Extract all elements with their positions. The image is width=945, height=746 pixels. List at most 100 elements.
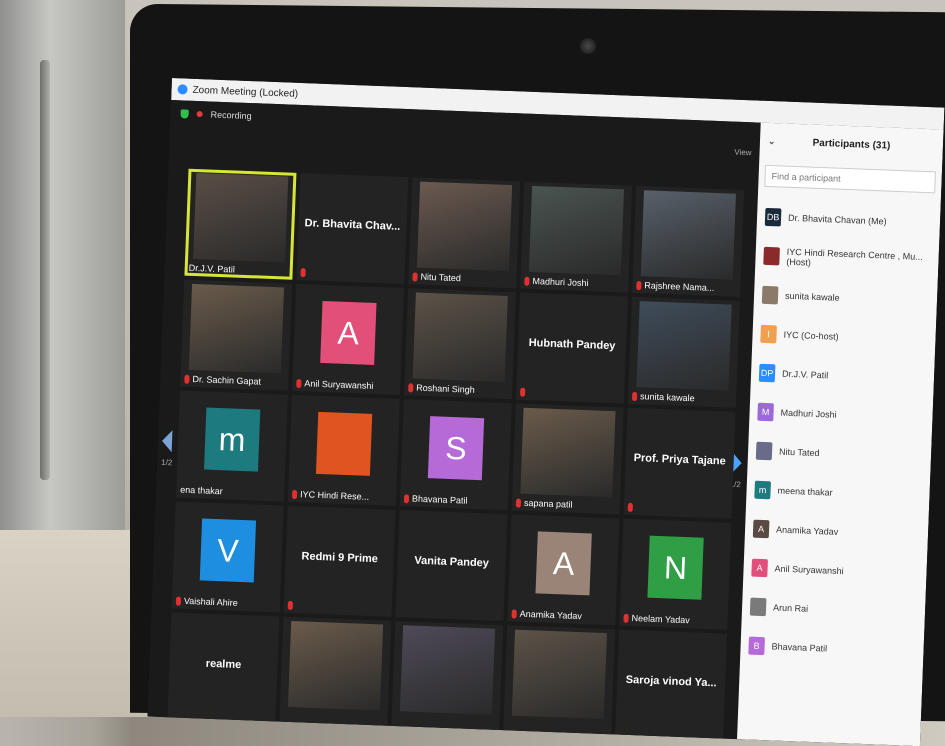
window-title: Zoom Meeting (Locked) [192, 84, 299, 100]
participant-name: Anamika Yadav [519, 608, 583, 622]
mic-muted-icon [296, 378, 302, 388]
video-tile[interactable]: sunita kawale [627, 296, 740, 408]
tile-status [627, 502, 634, 513]
zoom-logo-icon [177, 84, 188, 95]
mic-muted-icon [636, 280, 642, 290]
participant-avatar: A [535, 531, 592, 596]
video-tile[interactable]: Vanita Pandey [395, 510, 508, 622]
participant-list-name: Dr.J.V. Patil [781, 368, 829, 380]
video-tile[interactable]: Prof. Priya Tajane [623, 407, 736, 519]
participant-name: Dr.J.V. Patil [188, 262, 236, 275]
meeting-info-bar: Recording [180, 108, 252, 122]
video-tile[interactable]: A Anil Suryawanshi [292, 283, 405, 395]
tile-status [287, 600, 294, 611]
participant-search-input[interactable]: Find a participant [764, 164, 936, 194]
video-tile[interactable]: Dr. Bhavita Chav... [296, 173, 409, 285]
video-tile[interactable]: Redmi 9 Prime [283, 505, 396, 617]
participant-avatar [761, 285, 779, 304]
tile-name-label: Rajshree Nama... [636, 280, 715, 293]
tile-name-label: Neelam Yadav [623, 613, 690, 625]
video-tile[interactable]: Dr.J.V. Patil [184, 168, 297, 280]
video-tile[interactable] [279, 616, 392, 728]
mic-muted-icon [515, 498, 522, 508]
view-button[interactable]: View [734, 148, 752, 158]
participant-name: Vaishali Ahire [183, 595, 238, 608]
mic-muted-icon [184, 374, 190, 384]
webcam-icon [580, 38, 596, 54]
participant-avatar: A [752, 519, 770, 538]
participant-name: sunita kawale [639, 391, 695, 404]
video-tile[interactable]: S Bhavana Patil [399, 399, 512, 511]
participant-center-name: Prof. Priya Tajane [633, 452, 726, 468]
participant-list: DB Dr. Bhavita Chavan (Me) IYC Hindi Resea… [740, 197, 941, 672]
fridge-handle [40, 60, 50, 480]
tile-name-label: Nitu Tated [412, 271, 461, 283]
video-tile[interactable]: realme [167, 612, 280, 724]
participant-avatar: DB [764, 207, 782, 226]
participant-video [193, 173, 289, 263]
meeting-area: Recording View 1/2 1/2 Dr.J.V. Patil Dr. … [147, 99, 761, 741]
participant-avatar [763, 246, 780, 265]
participant-avatar: N [647, 535, 704, 600]
participant-list-name: Nitu Tated [778, 446, 820, 458]
participant-avatar: A [320, 300, 377, 365]
video-tile[interactable]: A Anamika Yadav [507, 514, 620, 626]
tile-name-label: Vaishali Ahire [175, 595, 238, 608]
participant-list-name: Anil Suryawanshi [774, 562, 844, 576]
video-tile[interactable]: sapana patil [511, 403, 624, 515]
video-tile[interactable]: Saroja vinod Ya... [615, 629, 728, 741]
mic-muted-icon [412, 271, 418, 282]
laptop-screen: Zoom Meeting (Locked) Recording View 1/2… [147, 78, 945, 746]
participant-list-name: Dr. Bhavita Chavan (Me) [787, 212, 887, 227]
video-tile[interactable] [391, 620, 504, 733]
video-tile[interactable]: Nitu Tated [408, 177, 521, 289]
mic-muted-icon [631, 391, 638, 401]
participant-center-name: realme [205, 657, 242, 672]
recording-label: Recording [210, 109, 252, 122]
participant-video [188, 283, 285, 374]
mic-muted-icon [291, 489, 298, 499]
recording-dot-icon [196, 110, 203, 118]
participant-list-name: Arun Rai [772, 601, 809, 614]
participant-avatar: B [748, 636, 765, 655]
participant-name: Roshani Singh [416, 382, 475, 395]
participant-avatar: M [757, 402, 774, 421]
video-tile[interactable]: V Vaishali Ahire [171, 501, 284, 613]
tile-name-label: Anil Suryawanshi [296, 378, 374, 391]
tile-name-label: Bhavana Patil [403, 493, 468, 506]
participant-name: IYC Hindi Rese... [299, 489, 370, 502]
mic-muted-icon [408, 382, 414, 392]
video-tile[interactable]: Roshani Singh [403, 288, 517, 400]
video-tile[interactable]: Dr. Sachin Gapat [180, 279, 293, 391]
video-tile[interactable]: m ena thakar [175, 390, 288, 502]
tile-status [520, 387, 526, 397]
video-tile[interactable]: Madhuri Joshi [520, 181, 633, 293]
participant-video [412, 292, 508, 382]
participant-name: Rajshree Nama... [644, 280, 715, 293]
participant-list-name: Madhuri Joshi [780, 407, 837, 420]
prev-page-icon[interactable] [161, 429, 173, 453]
video-tile[interactable]: Rajshree Nama... [632, 185, 745, 297]
video-tile[interactable] [503, 625, 616, 737]
video-tile[interactable]: IYC Hindi Rese... [287, 394, 400, 506]
video-tile[interactable]: Hubnath Pandey [515, 292, 628, 404]
participant-avatar [755, 441, 773, 460]
tile-name-label: Dr.J.V. Patil [189, 263, 236, 275]
chevron-down-icon[interactable]: ⌄ [768, 135, 776, 146]
tile-name-label: Dr. Sachin Gapat [184, 374, 261, 387]
participant-row[interactable]: B Bhavana Patil [740, 625, 924, 671]
video-tile[interactable]: N Neelam Yadav [619, 518, 732, 630]
shield-icon[interactable] [180, 108, 189, 119]
participant-list-name: Anamika Yadav [775, 524, 839, 537]
participant-center-name: Redmi 9 Prime [301, 550, 379, 566]
tile-name-label: sapana patil [515, 498, 573, 510]
mic-muted-icon [623, 613, 629, 623]
participant-name: ena thakar [180, 484, 223, 497]
participant-name: Nitu Tated [420, 271, 462, 284]
participant-center-name: Saroja vinod Ya... [625, 673, 717, 690]
participant-name: Dr. Sachin Gapat [192, 374, 262, 387]
tile-status [300, 268, 306, 278]
mic-muted-icon [627, 502, 634, 513]
participant-name: Bhavana Patil [411, 493, 468, 506]
tile-name-label: Madhuri Joshi [524, 276, 589, 288]
